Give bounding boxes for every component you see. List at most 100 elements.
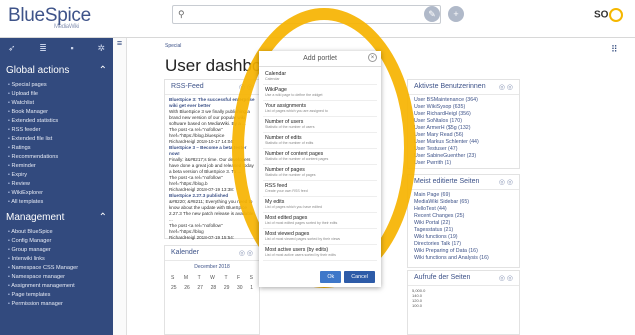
calendar-day[interactable]: 27 bbox=[197, 285, 203, 291]
portlet-option[interactable]: WikiPage Use a wiki page to define the wi… bbox=[263, 85, 377, 101]
menu-icon[interactable]: ≡ bbox=[113, 38, 127, 335]
rss-line[interactable]: The post <a rel="nofollow" href="https:/… bbox=[169, 223, 255, 235]
portlet-option[interactable]: Calendar Calendar bbox=[263, 69, 377, 85]
sidebar-item[interactable]: Assignment management bbox=[0, 281, 113, 290]
sidebar-item[interactable]: Page templates bbox=[0, 290, 113, 299]
page-views-portlet: Aufrufe der Seiten ◎ ◎ 5,000.0 140.0 120.0 1… bbox=[407, 270, 520, 335]
list-item[interactable]: User Mary Read (56) bbox=[414, 132, 513, 139]
edit-icon[interactable]: ✎ bbox=[424, 6, 440, 22]
sidebar-item[interactable]: All templates bbox=[0, 197, 113, 206]
sidebar-item[interactable]: Interwiki links bbox=[0, 254, 113, 263]
management-list: About BlueSpiceConfig ManagerGroup manag… bbox=[0, 227, 113, 308]
portlet-option[interactable]: Number of users Statistic of the number o… bbox=[263, 117, 377, 133]
edited-pages-title: Meist editierte Seiten bbox=[414, 178, 480, 185]
sidebar-item[interactable]: Extended file list bbox=[0, 134, 113, 143]
list-item[interactable]: Recent Changes (25) bbox=[414, 213, 513, 220]
sidebar: ➶ ≣ ▪ ✲ Global actions⌃ Special pagesUpl… bbox=[0, 38, 113, 335]
global-actions-header[interactable]: Global actions ⌃ bbox=[0, 59, 113, 80]
sidebar-item[interactable]: Group manager bbox=[0, 245, 113, 254]
list-icon[interactable]: ≣ bbox=[39, 43, 47, 54]
sidebar-item[interactable]: Ratings bbox=[0, 143, 113, 152]
management-header[interactable]: Management ⌃ bbox=[0, 206, 113, 227]
sidebar-item[interactable]: RSS feeder bbox=[0, 125, 113, 134]
weekday-label: F bbox=[237, 275, 241, 281]
list-item[interactable]: User Markus Schlenter (44) bbox=[414, 139, 513, 146]
list-item[interactable]: Wiki functions and Analysis (16) bbox=[414, 255, 513, 262]
y-tick-label: 100.0 bbox=[412, 303, 423, 308]
sidebar-item[interactable]: Special pages bbox=[0, 80, 113, 89]
avatar bbox=[609, 8, 624, 22]
sidebar-item[interactable]: Namespace CSS Manager bbox=[0, 263, 113, 272]
portlet-option[interactable]: Most active users (by edits) List of most… bbox=[263, 245, 377, 261]
active-users-portlet: Aktivste Benutzerinnen ◎ ◎ User BSMainten… bbox=[407, 79, 520, 169]
list-item[interactable]: User SoNtalos (170) bbox=[414, 118, 513, 125]
sidebar-item[interactable]: WikiExplorer bbox=[0, 188, 113, 197]
portlet-controls[interactable]: ◎ ◎ bbox=[239, 249, 253, 257]
portlet-option[interactable]: RSS feed Create your own RSS feed bbox=[263, 181, 377, 197]
active-users-list: User BSMaintenance (364) User WikiSysop (… bbox=[408, 95, 519, 169]
breadcrumb[interactable]: Special bbox=[165, 43, 181, 49]
weekday-label: T bbox=[197, 275, 201, 281]
sidebar-item[interactable]: Reminder bbox=[0, 161, 113, 170]
portlet-controls[interactable]: ◎ ◎ bbox=[499, 83, 513, 91]
portlet-option[interactable]: Your assignments List of pages which you … bbox=[263, 101, 377, 117]
sidebar-item[interactable]: Permission manager bbox=[0, 299, 113, 308]
arrow-icon[interactable]: ➶ bbox=[8, 43, 16, 54]
calendar-day[interactable]: 25 bbox=[171, 285, 177, 291]
portlet-controls[interactable]: ◎ ◎ bbox=[499, 178, 513, 186]
portlet-option[interactable]: Number of content pages Statistic of the … bbox=[263, 149, 377, 165]
sidebar-item[interactable]: Book Manager bbox=[0, 107, 113, 116]
calendar-day[interactable]: 29 bbox=[224, 285, 230, 291]
ok-button[interactable]: Ok bbox=[320, 271, 342, 283]
portlet-option[interactable]: Number of edits Statistic of the number o… bbox=[263, 133, 377, 149]
portlet-option[interactable]: Most viewed pages List of most viewed pag… bbox=[263, 229, 377, 245]
portlet-controls[interactable]: ◎ ◎ bbox=[499, 274, 513, 282]
sidebar-item[interactable]: Upload file bbox=[0, 89, 113, 98]
portlet-option[interactable]: Number of pages Statistic of the number o… bbox=[263, 165, 377, 181]
sidebar-item[interactable]: Expiry bbox=[0, 170, 113, 179]
list-item[interactable]: User SabineGuenther (23) bbox=[414, 153, 513, 160]
sidebar-item[interactable]: Extended statistics bbox=[0, 116, 113, 125]
close-icon[interactable]: × bbox=[368, 53, 377, 62]
list-item[interactable]: User WikiSysop (635) bbox=[414, 104, 513, 111]
page-views-title: Aufrufe der Seiten bbox=[414, 274, 471, 281]
portlet-option[interactable]: My edits List of pages which you have edi… bbox=[263, 197, 377, 213]
list-item[interactable]: User ArmerH ($5g (132) bbox=[414, 125, 513, 132]
calendar-day[interactable]: 30 bbox=[237, 285, 243, 291]
sidebar-item[interactable]: Namespace manager bbox=[0, 272, 113, 281]
list-item[interactable]: Directories Talk (17) bbox=[414, 241, 513, 248]
list-item[interactable]: MediaWiki Sidebar (65) bbox=[414, 199, 513, 206]
cancel-button[interactable]: Cancel bbox=[344, 271, 375, 283]
list-item[interactable]: User Testuser (47) bbox=[414, 146, 513, 153]
add-icon[interactable]: + bbox=[448, 6, 464, 22]
search-icon: ⚲ bbox=[178, 9, 185, 19]
logo[interactable]: BlueSpice MediaWiki bbox=[8, 5, 91, 30]
list-item[interactable]: User BSMaintenance (364) bbox=[414, 97, 513, 104]
calendar-day[interactable]: 28 bbox=[211, 285, 217, 291]
portlet-option[interactable]: Most edited pages List of most edited pag… bbox=[263, 213, 377, 229]
calendar-month[interactable]: December 2018 bbox=[165, 261, 259, 273]
user-menu[interactable]: SO bbox=[594, 8, 624, 22]
list-item[interactable]: Wiki Preparing of Data (16) bbox=[414, 248, 513, 255]
sidebar-item[interactable]: Config Manager bbox=[0, 236, 113, 245]
list-item[interactable]: HelloTest (44) bbox=[414, 206, 513, 213]
dialog-title: Add portlet bbox=[303, 55, 337, 62]
global-actions-list: Special pagesUpload fileWatchlistBook Ma… bbox=[0, 80, 113, 206]
list-item[interactable]: User Pwrrith (1) bbox=[414, 160, 513, 167]
calendar-day[interactable]: 1 bbox=[250, 285, 253, 291]
list-item[interactable]: Tagesstatus (21) bbox=[414, 227, 513, 234]
grid-icon[interactable]: ⠿ bbox=[611, 44, 618, 55]
sidebar-item[interactable]: Watchlist bbox=[0, 98, 113, 107]
rss-line[interactable]: RichardHeigl 2018-07-19 15:54: bbox=[169, 235, 255, 240]
weekday-label: W bbox=[210, 275, 215, 281]
gear-icon[interactable]: ✲ bbox=[97, 43, 105, 54]
list-item[interactable]: User RichardHeigl (356) bbox=[414, 111, 513, 118]
trash-icon[interactable]: ▪ bbox=[71, 43, 74, 54]
calendar-day[interactable]: 26 bbox=[184, 285, 190, 291]
sidebar-item[interactable]: About BlueSpice bbox=[0, 227, 113, 236]
list-item[interactable]: Main Page (69) bbox=[414, 192, 513, 199]
list-item[interactable]: Wiki functions (19) bbox=[414, 234, 513, 241]
sidebar-item[interactable]: Review bbox=[0, 179, 113, 188]
sidebar-item[interactable]: Recommendations bbox=[0, 152, 113, 161]
list-item[interactable]: Wiki Portal (22) bbox=[414, 220, 513, 227]
